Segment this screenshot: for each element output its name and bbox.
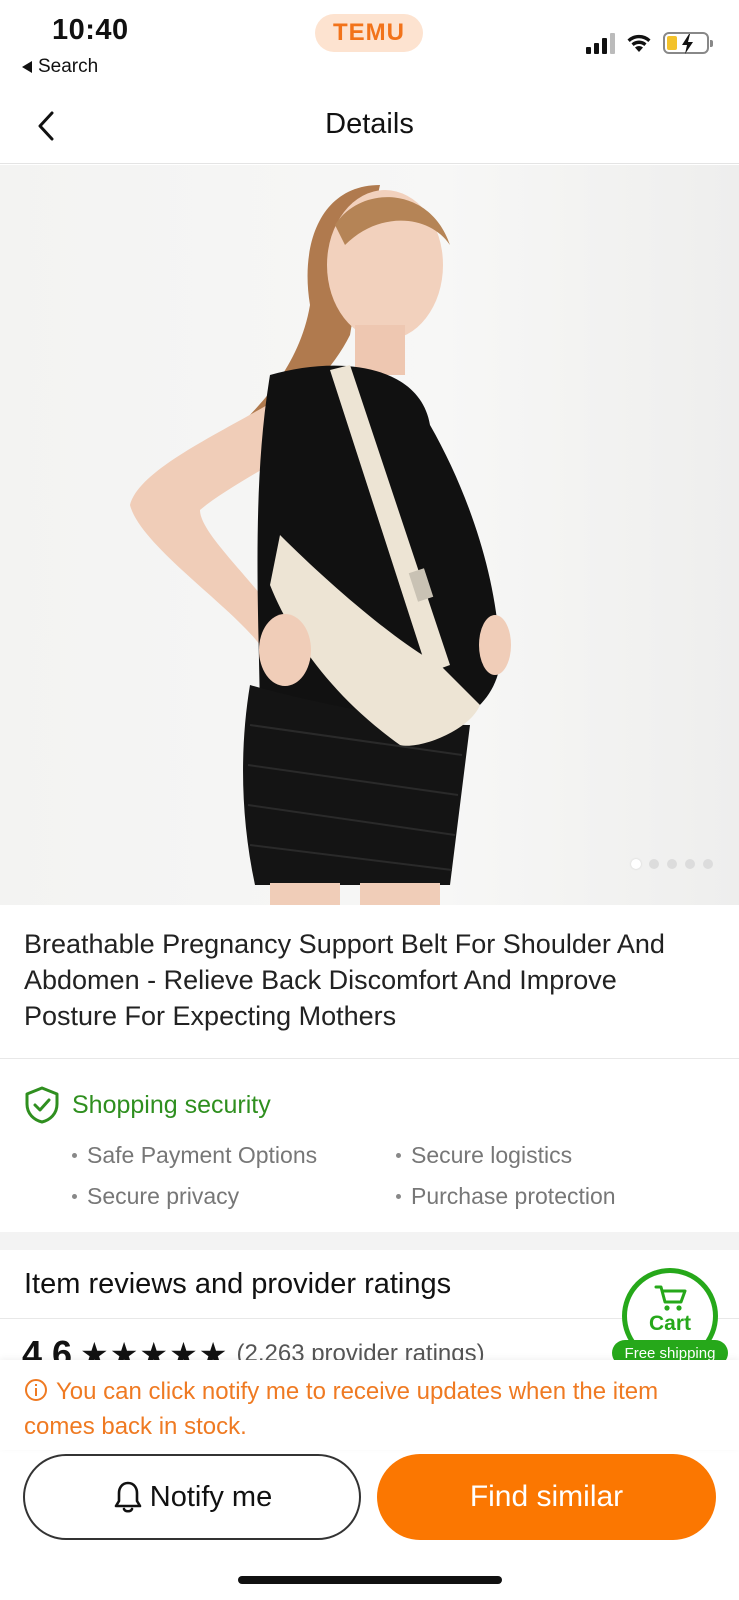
- security-item: Safe Payment Options: [72, 1142, 396, 1169]
- cart-icon: [654, 1285, 687, 1311]
- info-icon: [24, 1378, 48, 1402]
- back-app-label: Search: [38, 56, 99, 77]
- bell-icon: [114, 1481, 142, 1513]
- divider: [0, 1058, 739, 1059]
- section-separator: [0, 1232, 739, 1250]
- gallery-dot[interactable]: [685, 859, 695, 869]
- restock-notice-text-wrap: You can click notify me to receive updat…: [24, 1374, 704, 1444]
- home-indicator[interactable]: [238, 1576, 502, 1584]
- gallery-dot-active[interactable]: [631, 859, 641, 869]
- floating-cart-button[interactable]: Cart Free shipping: [612, 1268, 736, 1368]
- brand-logo: TEMU: [315, 14, 423, 52]
- rating-stars: ★★★★★: [80, 1336, 229, 1360]
- page-title: Details: [325, 108, 414, 140]
- gallery-pagination: [631, 859, 713, 869]
- status-bar: 10:40 Search TEMU: [0, 0, 739, 84]
- find-similar-button[interactable]: Find similar: [377, 1454, 716, 1540]
- security-item: Secure privacy: [72, 1183, 396, 1210]
- notify-me-label: Notify me: [149, 1480, 273, 1513]
- signal-icon: [586, 32, 615, 54]
- shopping-security-heading: Shopping security: [24, 1086, 271, 1124]
- shopping-security-label: Shopping security: [72, 1090, 271, 1119]
- notify-me-button[interactable]: Notify me: [23, 1454, 361, 1540]
- battery-charging-icon: [663, 32, 713, 54]
- page-header: Details: [0, 88, 739, 164]
- shopping-security-section[interactable]: Shopping security Safe Payment Options S…: [0, 1060, 739, 1230]
- shield-check-icon: [25, 1086, 59, 1124]
- system-icons: [586, 32, 713, 54]
- back-to-app-link[interactable]: Search: [22, 56, 98, 78]
- brand-label: TEMU: [333, 19, 405, 46]
- product-image-gallery[interactable]: [0, 165, 739, 905]
- product-title: Breathable Pregnancy Support Belt For Sh…: [24, 929, 665, 1031]
- rating-summary[interactable]: 4.6 ★★★★★ (2,263 provider ratings): [22, 1334, 582, 1360]
- restock-notice: You can click notify me to receive updat…: [0, 1360, 739, 1450]
- gallery-dot[interactable]: [703, 859, 713, 869]
- restock-notice-text: You can click notify me to receive updat…: [24, 1378, 659, 1440]
- gallery-dot[interactable]: [667, 859, 677, 869]
- rating-count: (2,263 provider ratings): [236, 1340, 485, 1360]
- product-photo: [130, 185, 511, 905]
- wifi-icon: [627, 34, 651, 52]
- reviews-heading[interactable]: Item reviews and provider ratings: [24, 1268, 451, 1301]
- security-item: Purchase protection: [396, 1183, 692, 1210]
- gallery-dot[interactable]: [649, 859, 659, 869]
- status-time: 10:40: [52, 14, 129, 46]
- security-item: Secure logistics: [396, 1142, 692, 1169]
- rating-score: 4.6: [22, 1334, 73, 1360]
- cart-label: Cart: [648, 1312, 691, 1335]
- back-triangle-icon: [22, 61, 32, 73]
- security-items: Safe Payment Options Secure logistics Se…: [72, 1142, 692, 1210]
